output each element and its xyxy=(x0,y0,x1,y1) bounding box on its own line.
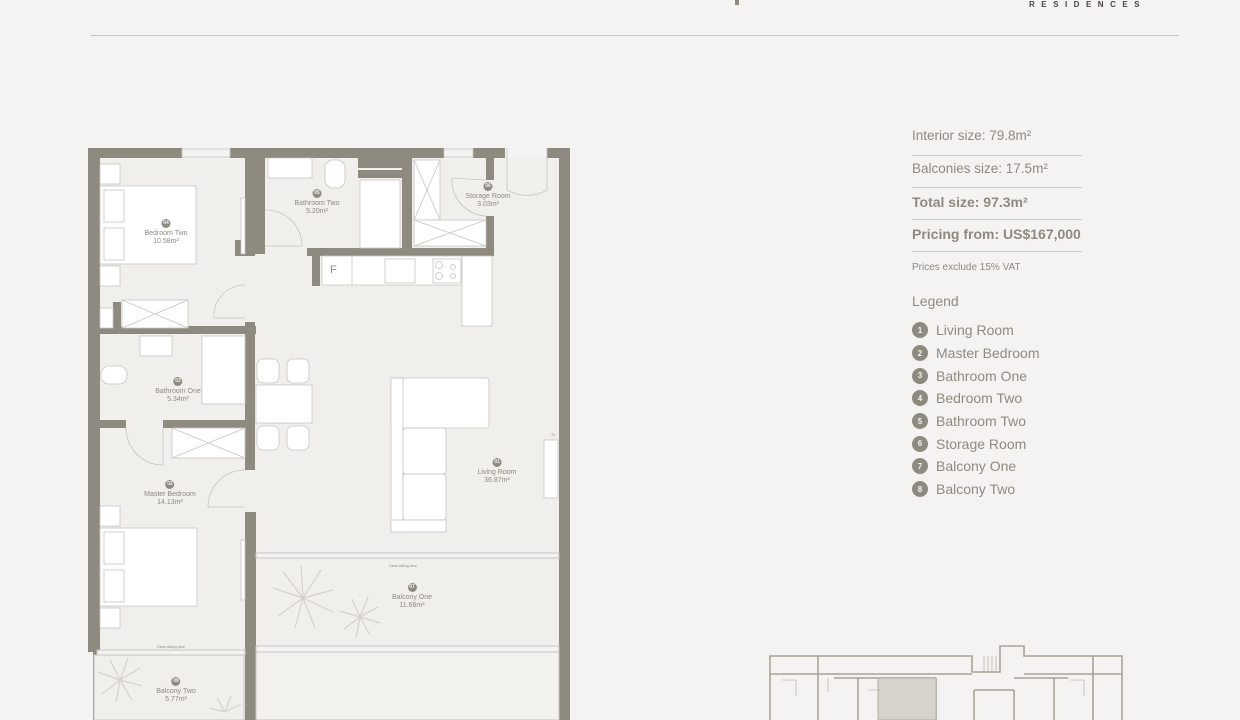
floor-plan xyxy=(88,148,570,720)
room-name: Storage Room xyxy=(465,193,511,200)
legend-label: Storage Room xyxy=(936,435,1027,452)
key-plan xyxy=(769,645,1123,720)
legend-label: Bathroom Two xyxy=(936,413,1027,430)
room-badge: 01 xyxy=(492,458,502,467)
sliding-door-label-balcony-two: Glass sliding door xyxy=(157,645,185,649)
vat-note: Prices exclude 15% VAT xyxy=(912,262,1021,273)
room-label-balcony-two: 08 Balcony Two 5.77m² xyxy=(156,677,196,704)
legend-item-balcony-one: 7 Balcony One xyxy=(912,455,1039,478)
legend-title: Legend xyxy=(912,293,959,309)
balconies-size: Balconies size: 17.5m² xyxy=(912,156,1082,188)
unit-specs: Interior size: 79.8m² Balconies size: 17… xyxy=(912,124,1082,273)
legend-item-bathroom-one: 3 Bathroom One xyxy=(912,364,1039,387)
highlighted-unit xyxy=(877,677,937,720)
legend-label: Living Room xyxy=(936,322,1014,339)
room-area: 11.66m² xyxy=(399,602,425,609)
legend-number-badge: 1 xyxy=(912,322,928,339)
legend-label: Bedroom Two xyxy=(936,390,1023,407)
legend-number-badge: 6 xyxy=(912,435,928,452)
room-badge: 07 xyxy=(407,583,417,592)
room-name: Bedroom Two xyxy=(144,230,188,237)
room-name: Balcony One xyxy=(391,594,433,601)
pricing: Pricing from: US$167,000 xyxy=(912,220,1082,252)
room-badge: 03 xyxy=(173,377,183,386)
balcony-one-railing xyxy=(255,645,560,653)
room-badge: 02 xyxy=(165,480,175,489)
legend-label: Master Bedroom xyxy=(936,345,1040,362)
legend-label: Bathroom One xyxy=(936,367,1028,384)
total-size: Total size: 97.3m² xyxy=(912,188,1082,220)
legend-item-bathroom-two: 5 Bathroom Two xyxy=(912,410,1039,433)
legend-item-balcony-two: 8 Balcony Two xyxy=(912,478,1039,501)
legend-item-storage-room: 6 Storage Room xyxy=(912,432,1039,455)
room-area: 5.34m² xyxy=(167,396,189,403)
room-name: Master Bedroom xyxy=(144,491,196,498)
sliding-door-label-balcony-one: Glass sliding door xyxy=(389,564,417,568)
legend-item-master-bedroom: 2 Master Bedroom xyxy=(912,342,1039,365)
balcony-two-sliding-door xyxy=(96,649,246,656)
fridge-label: F xyxy=(330,264,337,276)
legend: Legend 1 Living Room 2 Master Bedroom 3 Bat… xyxy=(912,293,1039,501)
room-name: Living Room xyxy=(477,469,517,476)
room-area: 36.87m² xyxy=(484,477,510,484)
room-area: 10.58m² xyxy=(153,238,179,245)
legend-number-badge: 2 xyxy=(912,345,928,362)
legend-item-living-room: 1 Living Room xyxy=(912,319,1039,342)
room-label-storage-room: 06 Storage Room 3.03m² xyxy=(465,182,511,209)
room-area: 3.03m² xyxy=(477,201,499,208)
room-label-master-bedroom: 02 Master Bedroom 14.13m² xyxy=(144,480,196,507)
room-label-bedroom-two: 04 Bedroom Two 10.58m² xyxy=(144,219,188,246)
legend-label: Balcony One xyxy=(936,458,1017,475)
room-area: 14.13m² xyxy=(157,499,183,506)
room-name: Bathroom One xyxy=(155,388,201,395)
room-name: Balcony Two xyxy=(156,688,196,695)
room-label-living-room: 01 Living Room 36.87m² xyxy=(477,458,517,485)
legend-item-bedroom-two: 4 Bedroom Two xyxy=(912,387,1039,410)
room-name: Bathroom Two xyxy=(294,200,340,207)
lower-area xyxy=(255,651,560,720)
room-label-bathroom-two: 05 Bathroom Two 5.20m² xyxy=(294,189,340,216)
legend-number-badge: 4 xyxy=(912,390,928,407)
room-badge: 04 xyxy=(161,219,171,228)
legend-number-badge: 5 xyxy=(912,413,928,430)
legend-number-badge: 7 xyxy=(912,458,928,475)
balcony-one-sliding-door xyxy=(255,552,560,559)
room-label-balcony-one: 07 Balcony One 11.66m² xyxy=(392,583,432,610)
legend-number-badge: 3 xyxy=(912,367,928,384)
legend-number-badge: 8 xyxy=(912,481,928,498)
room-area: 5.77m² xyxy=(165,696,187,703)
legend-label: Balcony Two xyxy=(936,481,1016,498)
tv-label: TV xyxy=(551,433,556,437)
room-badge: 08 xyxy=(171,677,181,686)
room-badge: 06 xyxy=(483,182,493,191)
interior-size: Interior size: 79.8m² xyxy=(912,124,1082,156)
room-area: 5.20m² xyxy=(306,208,328,215)
room-badge: 05 xyxy=(312,189,322,198)
room-label-bathroom-one: 03 Bathroom One 5.34m² xyxy=(155,377,201,404)
